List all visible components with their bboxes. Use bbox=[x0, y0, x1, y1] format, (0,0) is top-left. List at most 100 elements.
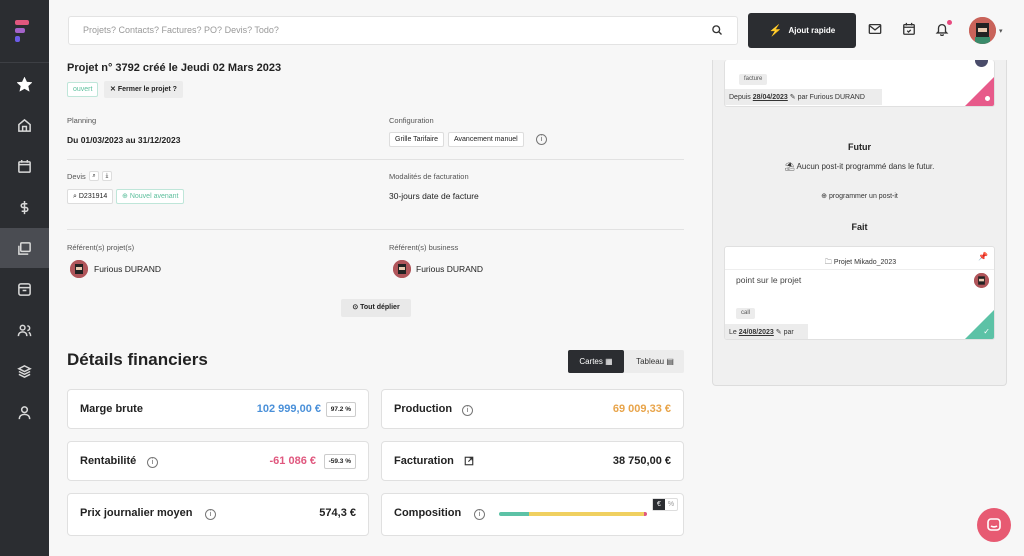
postit-card-done[interactable]: 🗀 Projet Mikado_2023 📌 point sur le proj… bbox=[724, 246, 995, 340]
card-title: Facturation bbox=[394, 455, 454, 467]
unit-percent-button[interactable]: % bbox=[665, 499, 677, 510]
divider bbox=[725, 269, 994, 270]
billing-value: 30-jours date de facture bbox=[389, 191, 479, 201]
quick-add-label: Ajout rapide bbox=[788, 26, 836, 35]
status-badge: ouvert bbox=[67, 82, 99, 97]
sidebar-item-layers[interactable] bbox=[0, 351, 49, 391]
new-amendment-button[interactable]: ⊕ Nouvel avenant bbox=[116, 189, 185, 204]
config-chip-avancement[interactable]: Avancement manuel bbox=[448, 132, 524, 147]
postit-tag: facture bbox=[739, 74, 768, 85]
sidebar-item-home[interactable] bbox=[0, 105, 49, 145]
schedule-postit-button[interactable]: ⊕ programmer un post-it bbox=[712, 192, 1007, 200]
close-project-button[interactable]: ✕ Fermer le projet ? bbox=[104, 81, 183, 98]
on-label: Le bbox=[729, 329, 737, 336]
sidebar-item-profile[interactable] bbox=[0, 392, 49, 432]
card-production[interactable]: Production i 69 009,33 € bbox=[381, 389, 684, 429]
project-refs-label: Référent(s) projet(s) bbox=[67, 243, 135, 252]
config-chip-tarif[interactable]: Grille Tarifaire bbox=[389, 132, 445, 147]
card-gross-margin[interactable]: Marge brute 102 999,00 € 97.2 % bbox=[67, 389, 369, 429]
search-devis-icon[interactable]: ⌕ bbox=[89, 171, 99, 181]
project-ref-name[interactable]: Furious DURAND bbox=[94, 264, 161, 274]
card-billing[interactable]: Facturation 38 750,00 € bbox=[381, 441, 684, 481]
futur-empty-message: ⛱ Aucun post-it programmé dans le futur. bbox=[712, 162, 1007, 171]
sidebar-item-contacts[interactable] bbox=[0, 310, 49, 350]
sidebar-item-archive[interactable] bbox=[0, 269, 49, 309]
pencil-icon[interactable]: ✎ bbox=[776, 329, 782, 336]
sidebar-item-finance[interactable] bbox=[0, 187, 49, 227]
avatar bbox=[393, 260, 411, 278]
download-icon[interactable]: ⤓ bbox=[102, 171, 112, 181]
view-toggle: Cartes ▦ Tableau ▤ bbox=[568, 350, 684, 373]
sidebar-item-favorites[interactable] bbox=[0, 64, 49, 104]
percent-badge: -59.3 % bbox=[323, 454, 356, 469]
futur-title: Futur bbox=[848, 142, 871, 152]
postit-card-top[interactable]: facture Depuis 28/04/2023 ✎ par Furious … bbox=[724, 60, 995, 107]
card-value: 38 750,00 € bbox=[612, 455, 671, 467]
postit-footer-text: Depuis 28/04/2023 ✎ par Furious DURAND bbox=[729, 93, 865, 101]
mail-button[interactable] bbox=[868, 22, 884, 38]
chat-icon bbox=[987, 518, 1001, 531]
table-icon: ▤ bbox=[666, 357, 674, 366]
view-cards-button[interactable]: Cartes ▦ bbox=[568, 350, 624, 373]
card-value: 102 999,00 € bbox=[256, 403, 321, 415]
composition-segment bbox=[644, 512, 647, 516]
star-icon bbox=[17, 76, 32, 92]
card-composition[interactable]: Composition i € % bbox=[381, 493, 684, 536]
devis-chip[interactable]: ⌕ D231914 bbox=[67, 189, 114, 204]
business-ref-name[interactable]: Furious DURAND bbox=[416, 264, 483, 274]
info-icon[interactable]: i bbox=[536, 134, 547, 145]
futur-empty-text: Aucun post-it programmé dans le futur. bbox=[796, 162, 935, 171]
view-table-label: Tableau bbox=[636, 357, 665, 366]
done-title: Fait bbox=[851, 222, 868, 232]
status-dot bbox=[985, 96, 990, 101]
info-icon[interactable]: i bbox=[147, 457, 158, 468]
pencil-icon[interactable]: ✎ bbox=[790, 94, 796, 101]
search-input[interactable]: Projets? Contacts? Factures? PO? Devis? … bbox=[68, 16, 738, 45]
chat-button[interactable] bbox=[977, 508, 1011, 542]
divider bbox=[67, 159, 684, 160]
chevron-circle-icon: ⊙ bbox=[352, 304, 359, 311]
notifications-button[interactable] bbox=[935, 20, 952, 38]
composition-segment bbox=[499, 512, 529, 516]
info-icon[interactable]: i bbox=[462, 405, 473, 416]
postit-tag: call bbox=[736, 308, 756, 319]
info-icon[interactable]: i bbox=[474, 509, 485, 520]
planning-value: Du 01/03/2023 au 31/12/2023 bbox=[67, 135, 181, 145]
card-title: Prix journalier moyen bbox=[80, 507, 193, 519]
quick-add-button[interactable]: ⚡ Ajout rapide bbox=[748, 13, 856, 48]
grid-icon: ▦ bbox=[605, 357, 613, 366]
avatar bbox=[975, 60, 988, 67]
card-avg-daily-price[interactable]: Prix journalier moyen i 574,3 € bbox=[67, 493, 369, 536]
search-icon: ⌕ bbox=[73, 193, 77, 200]
postit-text: point sur le projet bbox=[736, 275, 802, 285]
unfold-label: Tout déplier bbox=[360, 304, 400, 311]
plus-circle-icon: ⊕ bbox=[821, 193, 828, 200]
unfold-all-button[interactable]: ⊙ Tout déplier bbox=[341, 299, 411, 317]
postit-date[interactable]: 28/04/2023 bbox=[753, 94, 788, 101]
sidebar-item-projects[interactable] bbox=[0, 228, 49, 268]
composition-bar bbox=[499, 512, 647, 516]
card-title: Marge brute bbox=[80, 403, 143, 415]
configuration-label: Configuration bbox=[389, 116, 434, 125]
composition-segment bbox=[528, 512, 645, 516]
card-value: 69 009,33 € bbox=[612, 403, 671, 415]
postit-project-link[interactable]: 🗀 Projet Mikado_2023 bbox=[725, 258, 994, 269]
divider bbox=[67, 229, 684, 230]
card-title: Rentabilité bbox=[80, 455, 137, 467]
chevron-down-icon[interactable]: ▾ bbox=[999, 27, 1003, 35]
folder-icon: 🗀 bbox=[824, 259, 832, 266]
pin-icon[interactable]: 📌 bbox=[978, 252, 988, 261]
sidebar-item-calendar[interactable] bbox=[0, 146, 49, 186]
postit-author: par bbox=[783, 329, 794, 336]
card-value: -61 086 € bbox=[269, 455, 316, 467]
info-icon[interactable]: i bbox=[205, 509, 216, 520]
view-table-button[interactable]: Tableau ▤ bbox=[626, 350, 684, 373]
unit-euro-button[interactable]: € bbox=[653, 499, 665, 510]
card-profitability[interactable]: Rentabilité i -61 086 € -59.3 % bbox=[67, 441, 369, 481]
devis-label: Devis bbox=[67, 172, 86, 181]
external-link-icon[interactable] bbox=[464, 456, 474, 466]
app-logo[interactable] bbox=[15, 20, 35, 42]
postit-date[interactable]: 24/08/2023 bbox=[739, 329, 774, 336]
user-avatar[interactable] bbox=[969, 17, 996, 44]
calendar-button[interactable] bbox=[902, 22, 918, 38]
